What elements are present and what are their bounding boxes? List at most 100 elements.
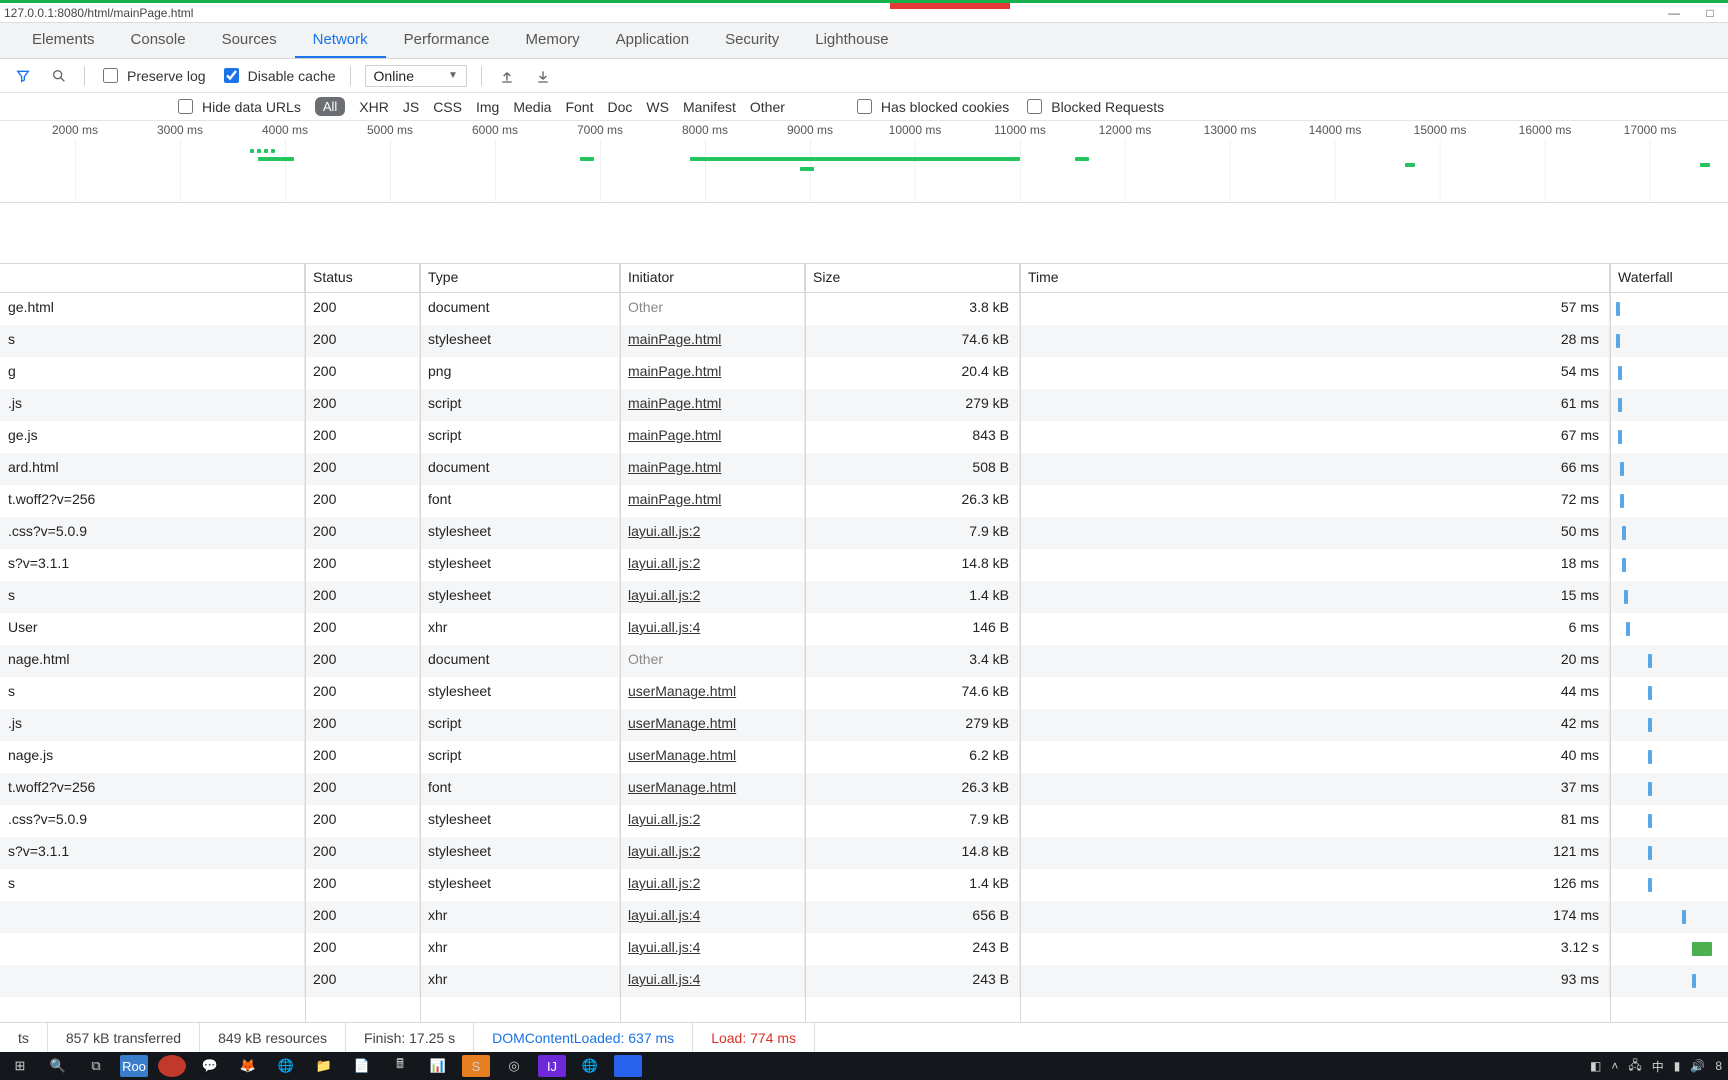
calculator-icon[interactable]: 🖩 (386, 1055, 414, 1077)
tab-console[interactable]: Console (113, 22, 204, 58)
firefox-icon[interactable]: 🦊 (234, 1055, 262, 1077)
tab-sources[interactable]: Sources (204, 22, 295, 58)
clock-time[interactable]: 8 (1715, 1059, 1722, 1073)
tab-performance[interactable]: Performance (386, 22, 508, 58)
table-row[interactable]: ge.html200documentOther3.8 kB57 ms (0, 293, 1728, 325)
table-row[interactable]: s200stylesheetlayui.all.js:21.4 kB126 ms (0, 869, 1728, 901)
filter-js[interactable]: JS (403, 99, 419, 115)
column-header[interactable]: Time (1020, 264, 1610, 292)
table-row[interactable]: nage.js200scriptuserManage.html6.2 kB40 … (0, 741, 1728, 773)
column-header[interactable] (0, 264, 305, 292)
initiator-link[interactable]: userManage.html (628, 715, 736, 731)
filter-other[interactable]: Other (750, 99, 785, 115)
network-icon[interactable]: 🖧 (1628, 1056, 1641, 1077)
app-icon[interactable]: ◎ (500, 1055, 528, 1077)
app-icon[interactable] (614, 1055, 642, 1077)
window-maximize[interactable]: □ (1692, 4, 1728, 22)
upload-har-icon[interactable] (496, 65, 518, 87)
initiator-link[interactable]: userManage.html (628, 779, 736, 795)
wechat-icon[interactable]: 💬 (196, 1055, 224, 1077)
table-row[interactable]: 200xhrlayui.all.js:4243 B3.12 s (0, 933, 1728, 965)
table-row[interactable]: t.woff2?v=256200fontmainPage.html26.3 kB… (0, 485, 1728, 517)
disable-cache-checkbox[interactable]: Disable cache (220, 65, 336, 86)
initiator-link[interactable]: mainPage.html (628, 459, 721, 475)
filter-css[interactable]: CSS (433, 99, 462, 115)
initiator-link[interactable]: userManage.html (628, 683, 736, 699)
filter-img[interactable]: Img (476, 99, 499, 115)
table-row[interactable]: .css?v=5.0.9200stylesheetlayui.all.js:27… (0, 805, 1728, 837)
battery-icon[interactable]: ▮ (1674, 1059, 1681, 1073)
table-row[interactable]: nage.html200documentOther3.4 kB20 ms (0, 645, 1728, 677)
initiator-link[interactable]: layui.all.js:4 (628, 619, 700, 635)
intellij-icon[interactable]: IJ (538, 1055, 566, 1077)
table-row[interactable]: User200xhrlayui.all.js:4146 B6 ms (0, 613, 1728, 645)
explorer-icon[interactable]: 📁 (310, 1055, 338, 1077)
system-tray[interactable]: ◧ ˄ 🖧 中 ▮ 🔊 8 (1590, 1056, 1722, 1077)
tab-security[interactable]: Security (707, 22, 797, 58)
table-row[interactable]: t.woff2?v=256200fontuserManage.html26.3 … (0, 773, 1728, 805)
initiator-link[interactable]: layui.all.js:2 (628, 875, 700, 891)
table-row[interactable]: s?v=3.1.1200stylesheetlayui.all.js:214.8… (0, 837, 1728, 869)
table-row[interactable]: 200xhrlayui.all.js:4243 B93 ms (0, 965, 1728, 997)
initiator-link[interactable]: userManage.html (628, 747, 736, 763)
app-icon[interactable] (158, 1055, 186, 1077)
initiator-link[interactable]: layui.all.js:2 (628, 555, 700, 571)
initiator-link[interactable]: layui.all.js:2 (628, 811, 700, 827)
table-row[interactable]: ard.html200documentmainPage.html508 B66 … (0, 453, 1728, 485)
blocked-requests-checkbox[interactable]: Blocked Requests (1023, 96, 1164, 117)
initiator-link[interactable]: layui.all.js:4 (628, 971, 700, 987)
has-blocked-cookies-input[interactable] (857, 99, 872, 114)
table-row[interactable]: s200stylesheetuserManage.html74.6 kB44 m… (0, 677, 1728, 709)
tab-network[interactable]: Network (295, 22, 386, 58)
filter-xhr[interactable]: XHR (359, 99, 389, 115)
filter-media[interactable]: Media (513, 99, 551, 115)
filter-font[interactable]: Font (565, 99, 593, 115)
search-icon[interactable] (48, 65, 70, 87)
filter-all[interactable]: All (315, 97, 345, 116)
table-row[interactable]: s200stylesheetlayui.all.js:21.4 kB15 ms (0, 581, 1728, 613)
tab-elements[interactable]: Elements (14, 22, 113, 58)
table-row[interactable]: .css?v=5.0.9200stylesheetlayui.all.js:27… (0, 517, 1728, 549)
initiator-link[interactable]: layui.all.js:2 (628, 523, 700, 539)
column-header[interactable]: Size (805, 264, 1020, 292)
has-blocked-cookies-checkbox[interactable]: Has blocked cookies (853, 96, 1009, 117)
initiator-link[interactable]: mainPage.html (628, 427, 721, 443)
column-header[interactable]: Status (305, 264, 420, 292)
preserve-log-input[interactable] (103, 68, 118, 83)
tab-lighthouse[interactable]: Lighthouse (797, 22, 906, 58)
initiator-link[interactable]: layui.all.js:2 (628, 587, 700, 603)
sublime-icon[interactable]: S (462, 1055, 490, 1077)
tray-icon[interactable]: ◧ (1590, 1059, 1601, 1073)
chrome-icon[interactable]: 🌐 (272, 1055, 300, 1077)
table-row[interactable]: g200pngmainPage.html20.4 kB54 ms (0, 357, 1728, 389)
powerpoint-icon[interactable]: 📊 (424, 1055, 452, 1077)
disable-cache-input[interactable] (224, 68, 239, 83)
column-header[interactable]: Initiator (620, 264, 805, 292)
timeline-overview[interactable]: 2000 ms3000 ms4000 ms5000 ms6000 ms7000 … (0, 121, 1728, 203)
chrome-icon[interactable]: 🌐 (576, 1055, 604, 1077)
filter-doc[interactable]: Doc (607, 99, 632, 115)
table-row[interactable]: s?v=3.1.1200stylesheetlayui.all.js:214.8… (0, 549, 1728, 581)
table-row[interactable]: .js200scriptuserManage.html279 kB42 ms (0, 709, 1728, 741)
download-har-icon[interactable] (532, 65, 554, 87)
tab-memory[interactable]: Memory (508, 22, 598, 58)
initiator-link[interactable]: layui.all.js:4 (628, 939, 700, 955)
table-row[interactable]: ge.js200scriptmainPage.html843 B67 ms (0, 421, 1728, 453)
table-row[interactable]: s200stylesheetmainPage.html74.6 kB28 ms (0, 325, 1728, 357)
app-icon[interactable]: Roo (120, 1055, 148, 1077)
search-icon[interactable]: 🔍 (44, 1055, 72, 1077)
throttling-select[interactable]: Online ▼ (365, 65, 467, 87)
chevron-up-icon[interactable]: ˄ (1611, 1059, 1618, 1073)
window-minimize[interactable]: — (1656, 4, 1692, 22)
blocked-requests-input[interactable] (1027, 99, 1042, 114)
initiator-link[interactable]: mainPage.html (628, 363, 721, 379)
ime-icon[interactable]: 中 (1652, 1058, 1664, 1075)
initiator-link[interactable]: mainPage.html (628, 331, 721, 347)
tab-application[interactable]: Application (598, 22, 707, 58)
preserve-log-checkbox[interactable]: Preserve log (99, 65, 206, 86)
filter-icon[interactable] (12, 65, 34, 87)
hide-data-urls-input[interactable] (178, 99, 193, 114)
filter-manifest[interactable]: Manifest (683, 99, 736, 115)
notepad-icon[interactable]: 📄 (348, 1055, 376, 1077)
initiator-link[interactable]: mainPage.html (628, 491, 721, 507)
